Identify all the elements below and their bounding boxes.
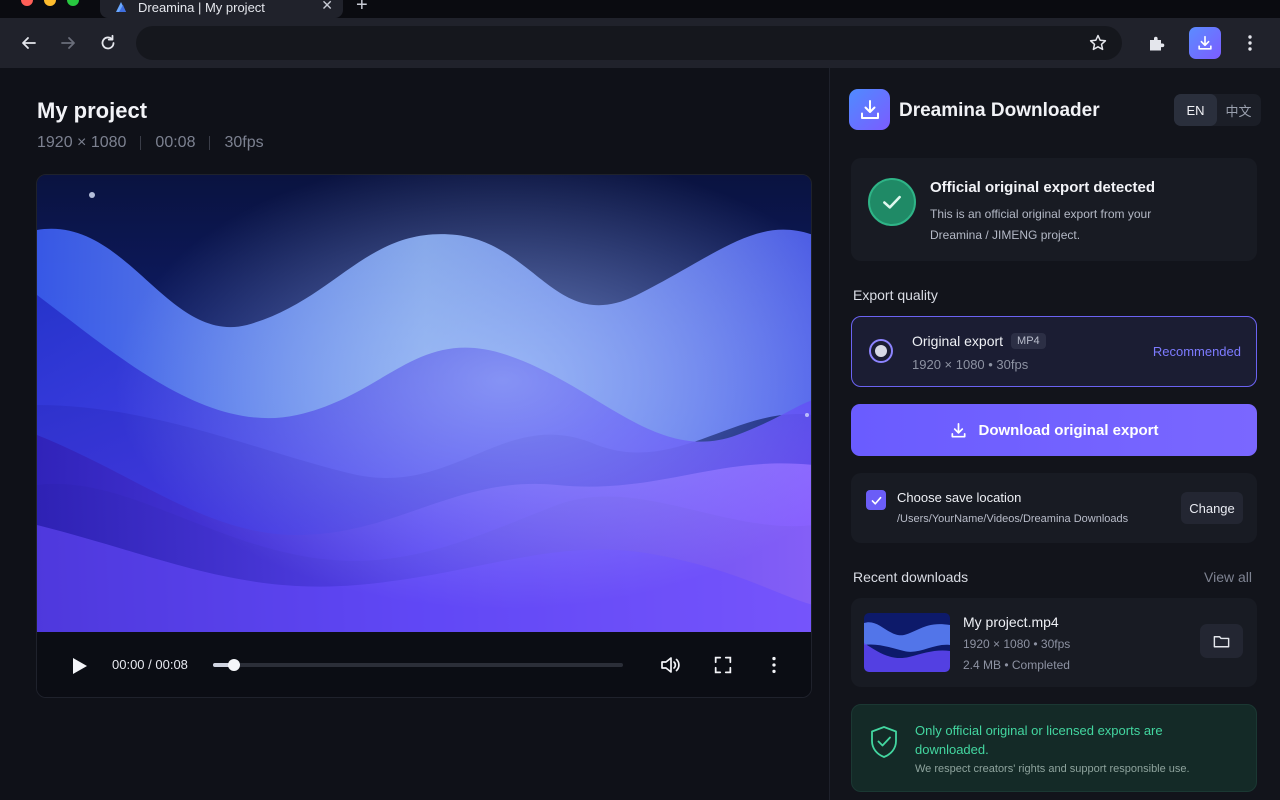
- browser-menu-button[interactable]: [1236, 29, 1264, 57]
- project-view: My project 1920 × 1080 00:08 30fps 00:00…: [0, 68, 829, 800]
- view-all-link[interactable]: View all: [1204, 569, 1252, 585]
- extensions-button[interactable]: [1143, 29, 1171, 57]
- language-switcher: EN 中文: [1174, 94, 1261, 126]
- dreamina-extension-button[interactable]: [1189, 27, 1221, 59]
- shield-check-icon: [871, 726, 897, 758]
- window-zoom-button[interactable]: [67, 0, 79, 6]
- quality-option-original[interactable]: Original export MP4 1920 × 1080 • 30fps …: [851, 316, 1257, 387]
- video-player[interactable]: 00:00 / 00:08: [36, 174, 812, 698]
- reload-button[interactable]: [96, 31, 120, 55]
- folder-icon: [1213, 635, 1230, 647]
- video-thumbnail: [864, 613, 950, 672]
- app-name: Dreamina Downloader: [899, 100, 1100, 121]
- reload-icon: [101, 34, 115, 50]
- export-quality-label: Export quality: [853, 287, 938, 303]
- recent-download-item[interactable]: My project.mp4 1920 × 1080 • 30fps 2.4 M…: [851, 598, 1257, 687]
- project-duration: 00:08: [155, 134, 196, 151]
- quality-radio[interactable]: [869, 339, 893, 363]
- browser-toolbar: [0, 18, 1280, 68]
- quality-option-title: Original export: [912, 333, 1004, 349]
- project-fps: 30fps: [224, 134, 264, 151]
- volume-button[interactable]: [657, 652, 683, 678]
- play-icon[interactable]: [67, 654, 91, 678]
- check-icon: [883, 195, 901, 209]
- page-title: My project: [37, 98, 148, 123]
- language-option-zh[interactable]: 中文: [1217, 94, 1260, 126]
- change-location-button[interactable]: Change: [1181, 492, 1243, 524]
- arrow-left-icon: [22, 37, 36, 49]
- tab-title: Dreamina | My project: [138, 0, 265, 15]
- download-icon: [1198, 35, 1212, 50]
- download-icon: [860, 99, 879, 119]
- browser-tab[interactable]: Dreamina | My project ✕: [100, 0, 343, 18]
- fullscreen-icon: [714, 656, 732, 674]
- seek-bar[interactable]: [213, 659, 623, 671]
- video-frame[interactable]: [37, 175, 812, 632]
- dreamina-favicon-icon: [116, 2, 126, 12]
- player-controls: 00:00 / 00:08: [37, 632, 811, 697]
- app-logo: [849, 89, 890, 130]
- seek-handle[interactable]: [227, 659, 240, 671]
- meta-divider: [209, 136, 211, 150]
- tab-close-icon[interactable]: ✕: [321, 0, 333, 14]
- format-badge: MP4: [1011, 333, 1046, 349]
- recommended-tag: Recommended: [1152, 344, 1241, 359]
- extension-panel: Dreamina Downloader EN 中文 Official origi…: [829, 68, 1280, 800]
- back-button[interactable]: [17, 31, 41, 55]
- bookmark-star-icon[interactable]: [1088, 33, 1108, 53]
- download-file-status: 2.4 MB • Completed: [963, 658, 1070, 672]
- download-original-button[interactable]: Download original export: [851, 404, 1257, 456]
- download-icon: [951, 422, 967, 438]
- arrow-right-icon: [61, 37, 75, 49]
- quality-option-meta: 1920 × 1080 • 30fps: [912, 357, 1029, 372]
- new-tab-button[interactable]: +: [356, 0, 368, 17]
- fullscreen-button[interactable]: [710, 652, 736, 678]
- notice-title: Only official original or licensed expor…: [915, 723, 1163, 757]
- puzzle-icon: [1150, 36, 1165, 51]
- success-badge: [868, 178, 916, 226]
- project-meta: 1920 × 1080 00:08 30fps: [37, 134, 264, 152]
- language-option-en[interactable]: EN: [1174, 94, 1217, 126]
- address-bar[interactable]: [136, 26, 1122, 60]
- forward-button[interactable]: [56, 31, 80, 55]
- recent-downloads-label: Recent downloads: [853, 569, 969, 585]
- check-icon: [871, 496, 881, 505]
- save-location-path: /Users/YourName/Videos/Dreamina Download…: [897, 513, 1129, 525]
- download-file-meta: 1920 × 1080 • 30fps: [963, 637, 1071, 651]
- download-button-label: Download original export: [978, 421, 1159, 439]
- address-input[interactable]: [136, 26, 1066, 60]
- tab-strip: Dreamina | My project ✕ +: [0, 0, 1280, 18]
- open-folder-button[interactable]: [1200, 624, 1243, 658]
- quality-option-title-row: Original export MP4: [912, 333, 1046, 349]
- save-location-card: Choose save location /Users/YourName/Vid…: [851, 473, 1257, 543]
- player-more-button[interactable]: [761, 652, 787, 678]
- meta-divider: [140, 136, 142, 150]
- kebab-menu-icon: [772, 656, 776, 674]
- detection-card: Official original export detected This i…: [851, 158, 1257, 261]
- save-location-title: Choose save location: [897, 490, 1022, 505]
- playback-time: 00:00 / 00:08: [112, 657, 188, 672]
- policy-notice: Only official original or licensed expor…: [851, 704, 1257, 792]
- kebab-menu-icon: [1248, 35, 1252, 51]
- download-file-name: My project.mp4: [963, 614, 1059, 630]
- window-minimize-button[interactable]: [44, 0, 56, 6]
- project-resolution: 1920 × 1080: [37, 134, 127, 151]
- volume-icon: [661, 657, 680, 673]
- notice-subtitle: We respect creators' rights and support …: [915, 763, 1190, 775]
- detection-description: This is an official original export from…: [930, 207, 1152, 242]
- detection-title: Official original export detected: [930, 179, 1156, 196]
- save-location-checkbox[interactable]: [866, 490, 886, 510]
- window-close-button[interactable]: [21, 0, 33, 6]
